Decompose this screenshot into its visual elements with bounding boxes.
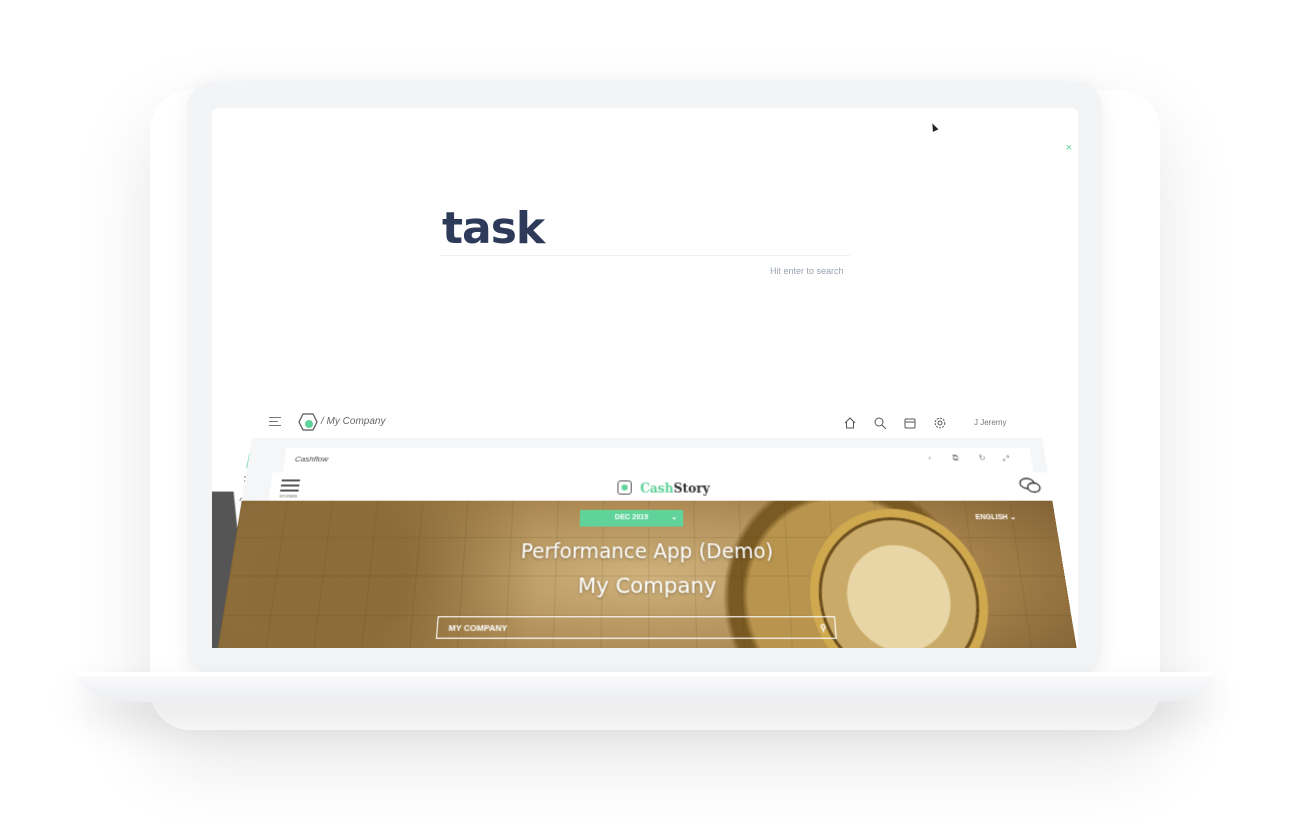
home-icon[interactable] bbox=[843, 416, 857, 430]
brand-cash: Cash bbox=[640, 481, 674, 496]
company-search-value: MY COMPANY bbox=[448, 622, 508, 634]
language-label: ENGLISH bbox=[975, 514, 1009, 522]
search-hint: Hit enter to search bbox=[770, 266, 844, 276]
company-breadcrumb[interactable]: / My Company bbox=[321, 416, 385, 427]
laptop-screen: × task Hit enter to search / My Company … bbox=[212, 108, 1078, 648]
story-panel: Cashflow ‹ ⧉ ↻ ⤢ STORIES CashStory DEC 2… bbox=[212, 438, 1078, 648]
stories-viewport: Cashflow ‹ ⧉ ↻ ⤢ STORIES CashStory DEC 2… bbox=[212, 438, 1078, 648]
stories-menu-caption: STORIES bbox=[278, 493, 298, 499]
search-icon[interactable]: ⚲ bbox=[819, 617, 827, 640]
app-header: / My Company J Jeremy bbox=[212, 408, 1078, 438]
brand-story: Story bbox=[673, 481, 711, 496]
brand-logo-icon bbox=[617, 480, 632, 495]
search-underline bbox=[440, 255, 850, 256]
language-selector[interactable]: ENGLISH ⌄ bbox=[975, 513, 1016, 521]
chat-icon[interactable] bbox=[1018, 476, 1043, 494]
close-search-button[interactable]: × bbox=[1066, 142, 1072, 154]
laptop-hinge bbox=[78, 672, 1213, 676]
back-icon[interactable]: ‹ bbox=[928, 454, 932, 463]
hero-banner: DEC 2019 ⌄ ENGLISH ⌄ Performance App (De… bbox=[212, 500, 1078, 648]
archive-icon[interactable] bbox=[903, 416, 917, 430]
user-initial: J bbox=[974, 418, 978, 427]
cashstory-logo-icon[interactable] bbox=[298, 413, 318, 431]
tab-cashflow[interactable]: Cashflow bbox=[294, 455, 328, 464]
stories-menu-icon[interactable] bbox=[280, 479, 301, 493]
settings-icon[interactable] bbox=[933, 416, 947, 430]
search-query-input[interactable]: task bbox=[442, 203, 545, 254]
period-label: DEC 2019 bbox=[614, 514, 649, 522]
chevron-down-icon: ⌄ bbox=[1009, 514, 1017, 522]
cashstory-header: STORIES CashStory bbox=[268, 472, 1053, 501]
banner-subtitle: My Company bbox=[577, 572, 717, 599]
user-menu[interactable]: J Jeremy bbox=[974, 418, 1006, 427]
user-name: Jeremy bbox=[980, 418, 1007, 427]
cashstory-brand: CashStory bbox=[617, 478, 711, 496]
search-icon[interactable] bbox=[873, 416, 887, 430]
refresh-icon[interactable]: ↻ bbox=[978, 454, 986, 463]
hamburger-menu-icon[interactable] bbox=[269, 417, 281, 427]
open-external-icon[interactable]: ⧉ bbox=[952, 454, 959, 464]
laptop-base bbox=[78, 674, 1213, 702]
chevron-down-icon: ⌄ bbox=[670, 514, 678, 522]
expand-icon[interactable]: ⤢ bbox=[1002, 454, 1010, 464]
banner-title: Performance App (Demo) bbox=[520, 540, 774, 564]
story-tabbar: Cashflow ‹ ⧉ ↻ ⤢ bbox=[282, 447, 1034, 474]
mouse-cursor-icon bbox=[929, 122, 939, 132]
company-search-input[interactable]: MY COMPANY ⚲ bbox=[435, 616, 837, 640]
period-selector[interactable]: DEC 2019 ⌄ bbox=[579, 509, 684, 527]
